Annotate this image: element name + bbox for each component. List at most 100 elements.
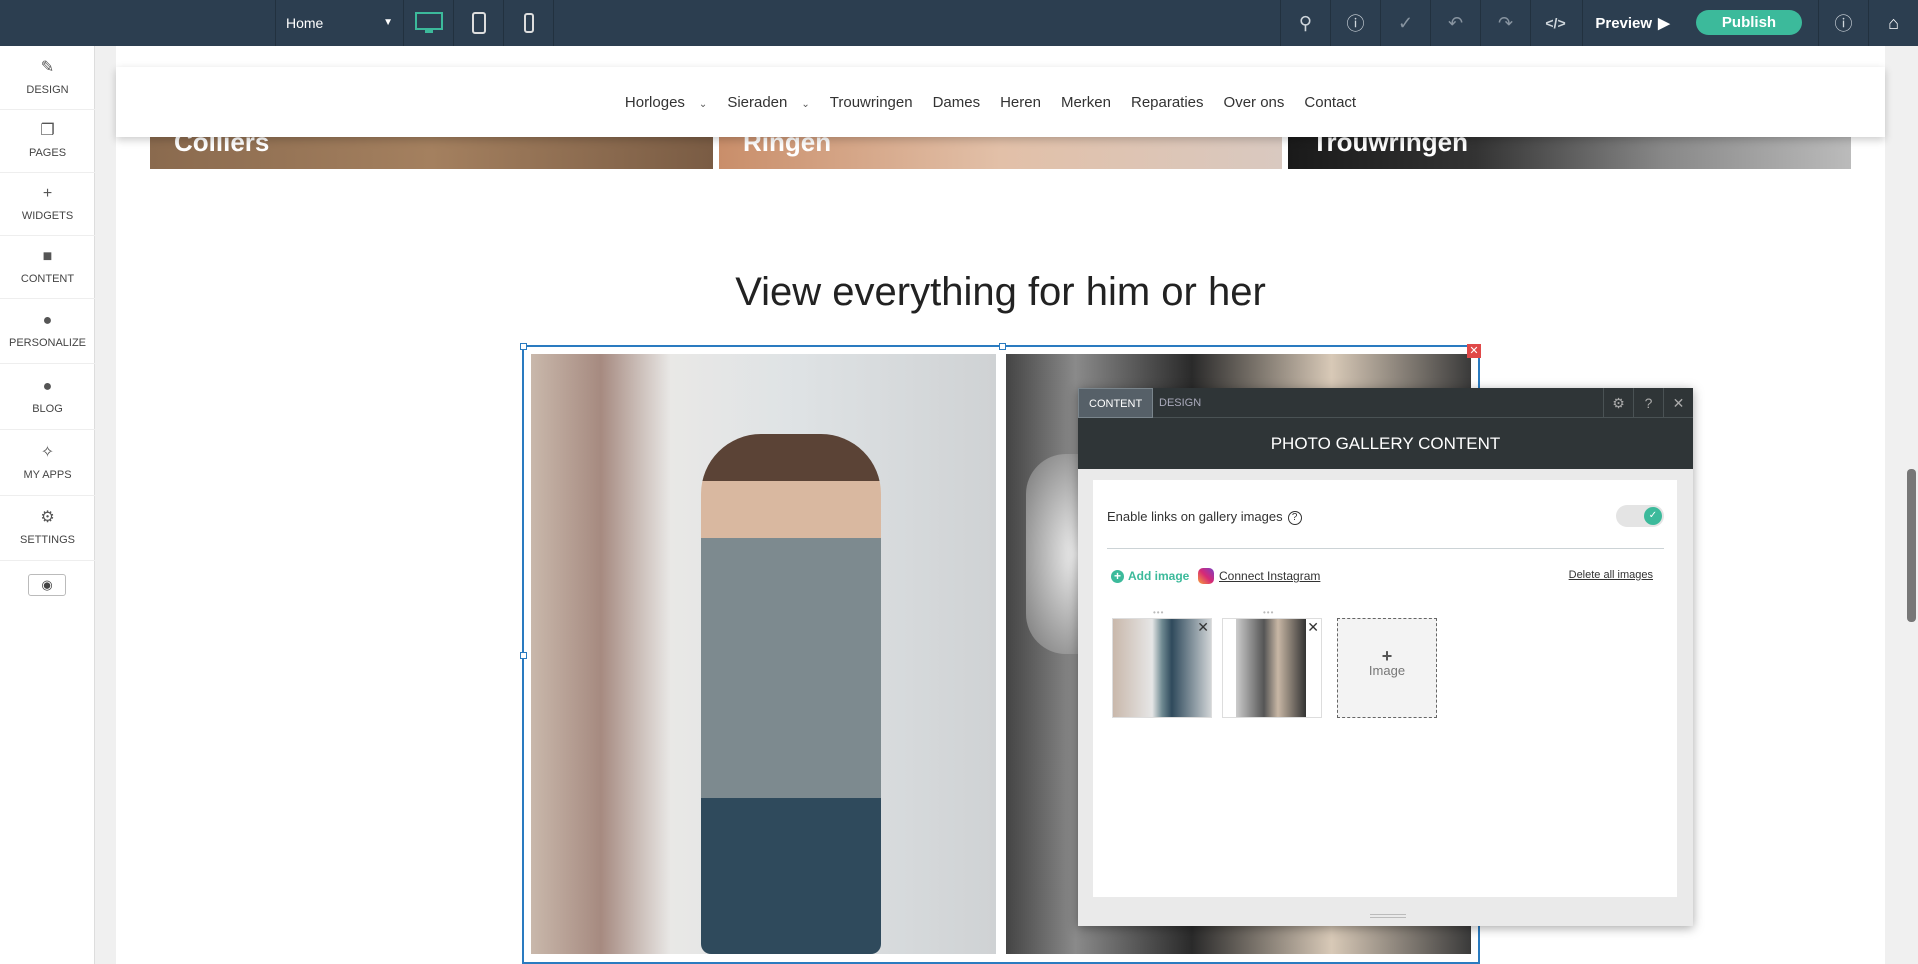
page-select[interactable]: Home ▼ — [275, 0, 404, 46]
redo-button[interactable]: ↷ — [1480, 0, 1530, 46]
nav-item[interactable]: Dames — [933, 94, 981, 111]
pages-icon: ❐ — [40, 122, 55, 139]
toggle-label-text: Enable links on gallery images — [1107, 509, 1283, 524]
sidebar-item-design[interactable]: ✎ DESIGN — [0, 46, 95, 110]
nav-label: Sieraden — [727, 93, 788, 111]
add-image-tile[interactable]: + Image — [1337, 618, 1437, 718]
chevron-down-icon: ⌄ — [698, 98, 708, 110]
help-circle-icon[interactable]: ? — [1287, 510, 1302, 525]
nav-item[interactable]: Horloges ⌄ — [625, 94, 707, 111]
add-tile-label: Image — [1368, 663, 1406, 678]
section-heading: View everything for him or her — [735, 270, 1266, 314]
nav-item[interactable]: Sieraden ⌄ — [727, 94, 809, 111]
nav-item[interactable]: Reparaties — [1131, 94, 1204, 111]
category-tile[interactable]: Colliers — [150, 137, 713, 169]
category-label: Ringen — [743, 137, 832, 157]
enable-links-toggle[interactable]: ✓ — [1616, 505, 1664, 527]
nav-item[interactable]: Heren — [1000, 94, 1041, 111]
panel-title: PHOTO GALLERY CONTENT — [1078, 418, 1693, 469]
panel-tabs: CONTENT DESIGN ⚙ ? ✕ — [1078, 388, 1693, 418]
sidebar-item-widgets[interactable]: + WIDGETS — [0, 173, 95, 236]
person-icon: ● — [42, 312, 53, 329]
sidebar-item-label: MY APPS — [23, 468, 72, 481]
category-tile[interactable]: Trouwringen — [1288, 137, 1851, 169]
folder-icon: ■ — [42, 248, 53, 265]
sidebar-item-pages[interactable]: ❐ PAGES — [0, 110, 95, 173]
delete-all-images-link[interactable]: Delete all images — [1569, 569, 1653, 581]
home-icon: ⌂ — [1888, 12, 1899, 33]
close-panel-button[interactable]: ✕ — [1663, 388, 1693, 418]
resize-handle[interactable] — [520, 652, 527, 659]
tablet-icon — [472, 12, 486, 34]
home-button[interactable]: ⌂ — [1868, 0, 1918, 46]
sidebar-item-personalize[interactable]: ● PERSONALIZE — [0, 299, 95, 364]
scrollbar-thumb[interactable] — [1907, 469, 1916, 622]
nav-item[interactable]: Contact — [1304, 94, 1356, 111]
preview-button[interactable]: Preview ▶ — [1582, 0, 1682, 46]
gallery-thumbnail[interactable]: ••• ✕ — [1112, 608, 1212, 718]
resize-handle[interactable] — [520, 343, 527, 350]
drag-handle-icon[interactable]: ••• — [1263, 608, 1274, 617]
panel-resize-grip[interactable] — [1370, 914, 1406, 918]
tab-design[interactable]: DESIGN — [1149, 388, 1211, 418]
check-button[interactable]: ✓ — [1380, 0, 1430, 46]
chat-icon: ● — [42, 377, 53, 395]
gallery-thumbnail[interactable]: ••• ✕ — [1222, 608, 1322, 718]
drag-handle-icon[interactable]: ••• — [1153, 608, 1164, 617]
mobile-view-button[interactable] — [505, 0, 554, 46]
gear-icon: ⚙ — [1612, 395, 1625, 411]
search-button[interactable]: ⚲ — [1280, 0, 1330, 46]
sidebar-item-content[interactable]: ■ CONTENT — [0, 236, 95, 299]
enable-links-label: Enable links on gallery images? — [1107, 509, 1302, 525]
site-nav: Horloges ⌄ Sieraden ⌄ Trouwringen Dames He… — [625, 94, 1356, 111]
publish-button[interactable]: Publish — [1696, 10, 1802, 35]
tablet-view-button[interactable] — [455, 0, 504, 46]
chevron-down-icon: ⌄ — [801, 98, 810, 110]
tab-content[interactable]: CONTENT — [1078, 388, 1154, 418]
instagram-icon — [1198, 568, 1214, 584]
plus-circle-icon: + — [1111, 569, 1124, 583]
sidebar-item-my-apps[interactable]: ✧ MY APPS — [0, 430, 95, 496]
info-icon: ⓘ — [1346, 14, 1365, 34]
add-image-button[interactable]: + Add image — [1111, 569, 1189, 583]
category-tile[interactable]: Ringen — [719, 137, 1282, 169]
resize-handle[interactable] — [999, 343, 1006, 350]
preview-label: Preview — [1595, 14, 1653, 32]
settings-button[interactable]: ⚙ — [1603, 388, 1633, 418]
nav-item[interactable]: Trouwringen — [830, 94, 913, 111]
photo-gallery-panel: CONTENT DESIGN ⚙ ? ✕ PHOTO GALLERY CONTE… — [1078, 388, 1693, 926]
nav-item[interactable]: Merken — [1061, 94, 1111, 111]
remove-image-icon[interactable]: ✕ — [1307, 619, 1319, 636]
puzzle-icon: ✧ — [40, 443, 55, 461]
gallery-image-man[interactable] — [531, 354, 996, 954]
check-icon: ✓ — [1644, 507, 1662, 525]
info-button[interactable]: ⓘ — [1330, 0, 1380, 46]
undo-icon: ↶ — [1447, 12, 1464, 33]
divider — [1107, 548, 1664, 549]
sidebar-item-blog[interactable]: ● BLOG — [0, 364, 95, 430]
nav-item[interactable]: Over ons — [1224, 94, 1285, 111]
help-button[interactable]: ? — [1633, 388, 1663, 418]
connect-instagram-link[interactable]: Connect Instagram — [1198, 568, 1320, 584]
sidebar: ✎ DESIGN ❐ PAGES + WIDGETS ■ CONTENT ● PERSON… — [0, 46, 95, 964]
code-button[interactable]: </> — [1530, 0, 1580, 46]
hidden-elements-toggle[interactable]: ◉ — [28, 574, 66, 596]
undo-button[interactable]: ↶ — [1430, 0, 1480, 46]
man-figure — [701, 434, 881, 954]
plus-icon: + — [42, 185, 53, 202]
help-icon: ⓘ — [1834, 14, 1853, 34]
page-select-value: Home — [286, 15, 324, 31]
plus-icon: + — [1381, 646, 1393, 666]
close-icon[interactable]: ✕ — [1467, 344, 1481, 358]
remove-image-icon[interactable]: ✕ — [1197, 619, 1209, 636]
mobile-icon — [524, 13, 534, 33]
brush-icon: ✎ — [40, 58, 55, 76]
help-button[interactable]: ⓘ — [1818, 0, 1868, 46]
sidebar-item-label: PAGES — [28, 147, 67, 159]
desktop-view-button[interactable] — [405, 0, 454, 46]
connect-instagram-label: Connect Instagram — [1219, 569, 1321, 583]
sidebar-item-label: SETTINGS — [19, 534, 75, 546]
sidebar-item-label: WIDGETS — [21, 210, 74, 222]
desktop-icon — [415, 12, 443, 33]
sidebar-item-settings[interactable]: ⚙ SETTINGS — [0, 496, 95, 561]
